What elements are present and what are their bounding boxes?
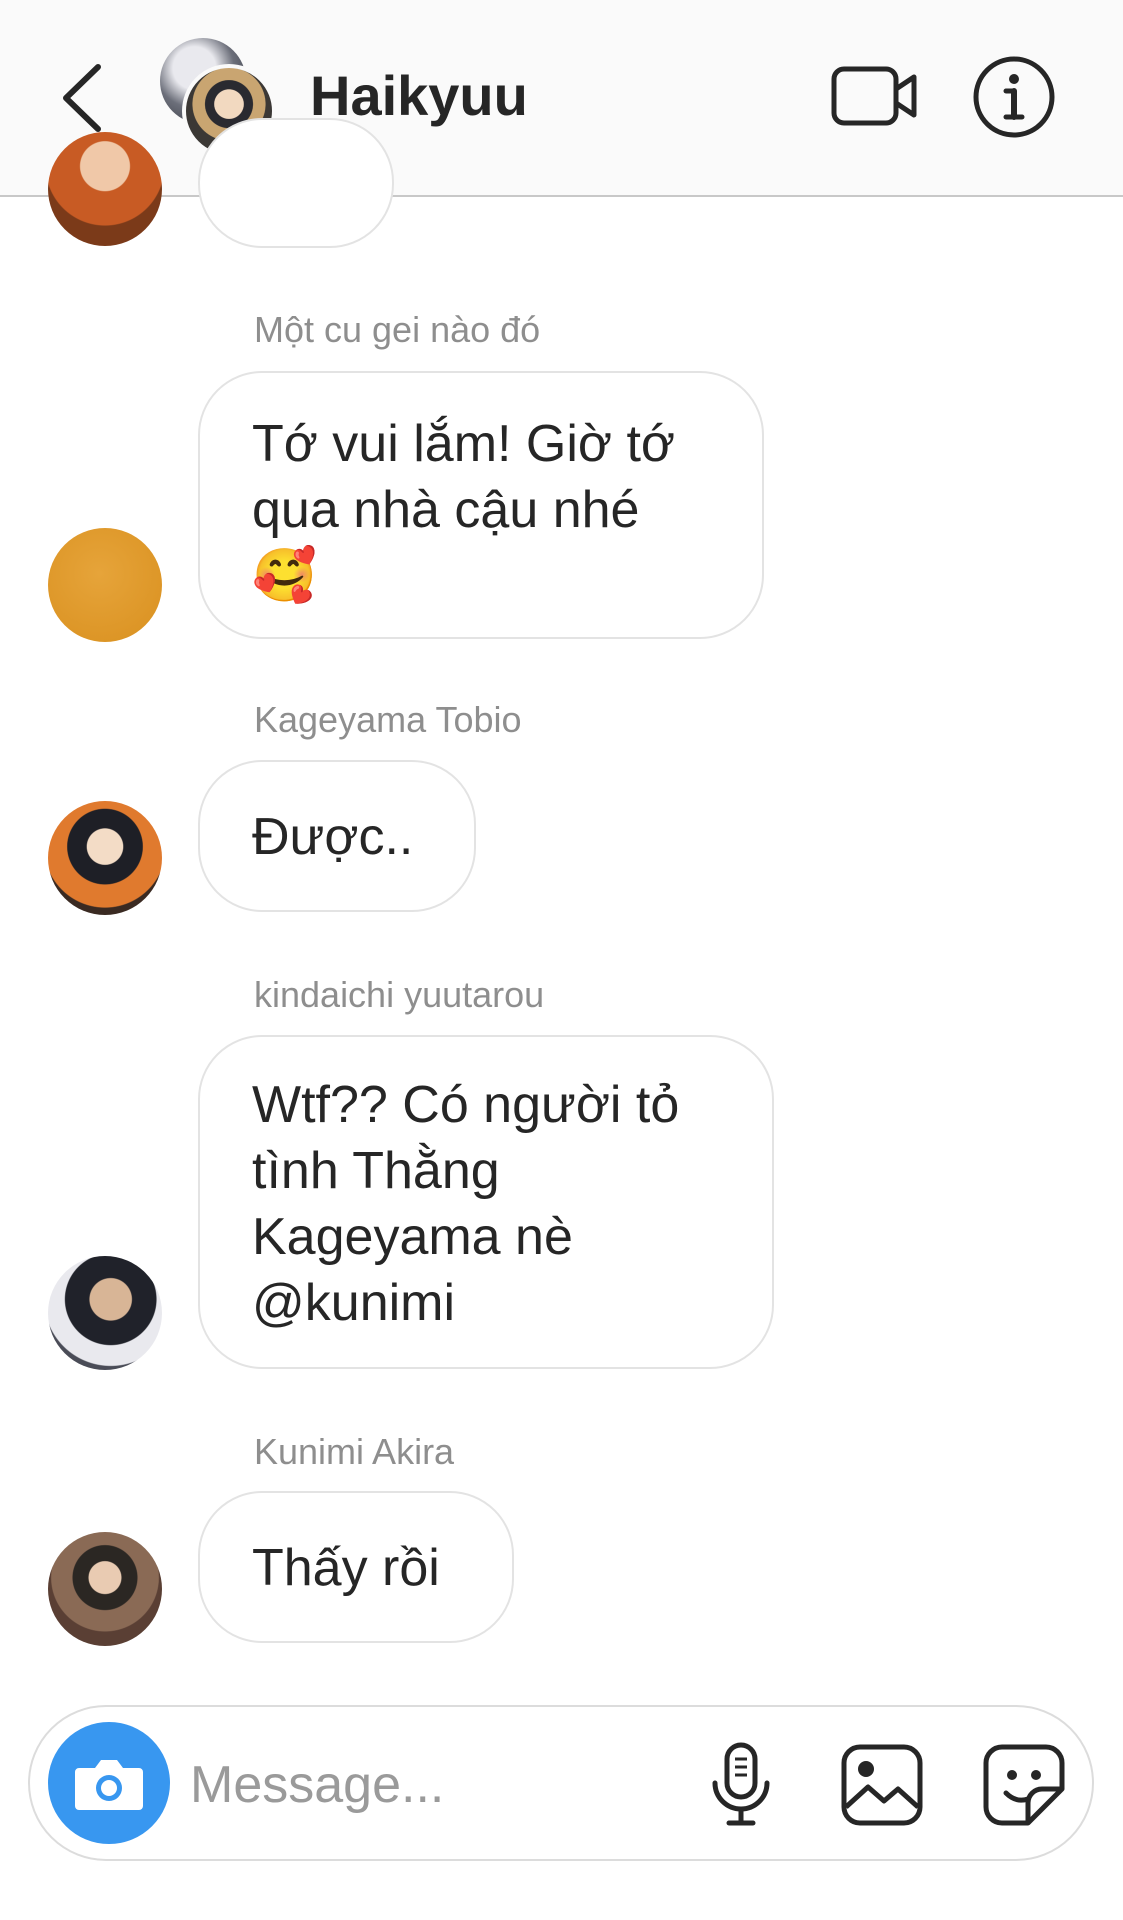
voice-message-button[interactable] xyxy=(693,1737,789,1833)
sticker-icon xyxy=(983,1744,1065,1826)
camera-icon xyxy=(75,1760,143,1810)
sender-avatar[interactable] xyxy=(48,528,162,642)
microphone-icon xyxy=(712,1742,770,1826)
message-bubble[interactable]: Wtf?? Có người tỏ tình Thằng Kageyama nè… xyxy=(198,1035,774,1369)
back-button[interactable] xyxy=(52,58,112,138)
message-line: @kunimi xyxy=(252,1274,456,1332)
sender-avatar[interactable] xyxy=(48,1532,162,1646)
chevron-left-icon xyxy=(63,64,101,132)
message-bubble[interactable]: Được.. xyxy=(198,760,476,912)
sender-avatar[interactable] xyxy=(48,132,162,246)
message-line: Được.. xyxy=(252,808,414,866)
gallery-icon xyxy=(841,1744,923,1826)
message-line: Wtf?? Có người tỏ xyxy=(252,1076,680,1134)
message-line: qua nhà cậu nhé xyxy=(252,481,640,539)
message-input[interactable] xyxy=(190,1745,690,1825)
sticker-button[interactable] xyxy=(976,1737,1072,1833)
message-composer xyxy=(28,1705,1094,1861)
video-call-button[interactable] xyxy=(828,60,922,132)
sender-name: Một cu gei nào đó xyxy=(254,309,541,350)
message-line: tình Thằng xyxy=(252,1142,500,1200)
info-icon xyxy=(973,56,1055,138)
camera-button[interactable] xyxy=(48,1722,170,1844)
message-line: Thấy rồi xyxy=(252,1539,440,1597)
message-bubble[interactable] xyxy=(198,118,394,248)
message-emoji: 🥰 xyxy=(252,547,317,605)
message-line: Kageyama nè xyxy=(252,1208,573,1266)
info-button[interactable] xyxy=(972,55,1056,139)
message-bubble[interactable]: Thấy rồi xyxy=(198,1491,514,1643)
chat-header: Haikyuu xyxy=(0,0,1123,197)
sender-name: kindaichi yuutarou xyxy=(254,974,545,1015)
sender-name: Kageyama Tobio xyxy=(254,699,522,740)
sender-name: Kunimi Akira xyxy=(254,1431,455,1472)
sender-avatar[interactable] xyxy=(48,801,162,915)
message-line: Tớ vui lắm! Giờ tớ xyxy=(252,415,676,473)
video-camera-icon xyxy=(831,66,917,126)
message-bubble[interactable]: Tớ vui lắm! Giờ tớ qua nhà cậu nhé 🥰 xyxy=(198,371,764,639)
sender-avatar[interactable] xyxy=(48,1256,162,1370)
gallery-button[interactable] xyxy=(834,1737,930,1833)
